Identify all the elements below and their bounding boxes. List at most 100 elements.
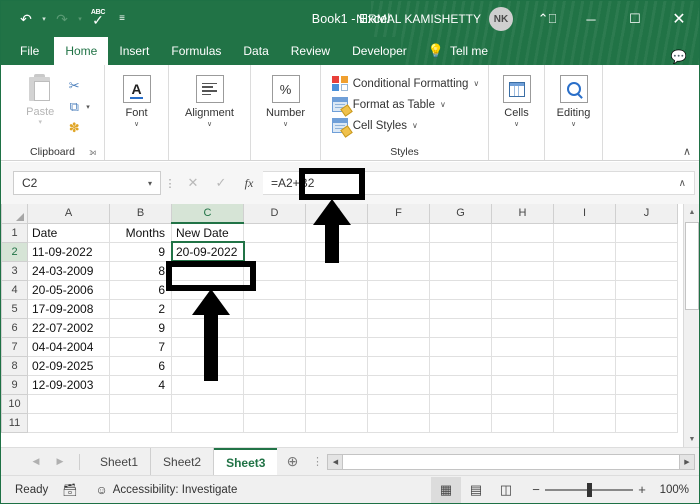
cell-e1[interactable] [305,222,368,243]
cell-h7[interactable] [491,336,554,357]
record-macro-icon[interactable]: 🗃 [62,483,77,497]
cell-g5[interactable] [429,298,492,319]
cell-styles-button[interactable]: Cell Styles ∨ [331,116,480,138]
comment-icon[interactable]: 💬 [671,49,687,65]
paste-dropdown-icon[interactable]: ▾ [38,118,42,126]
ribbon-display-options-icon[interactable]: ⌃⎕ [525,1,569,37]
cell-g11[interactable] [429,412,492,433]
copy-dropdown-icon[interactable]: ▾ [86,103,90,111]
cell-a5[interactable]: 17-09-2008 [27,298,110,319]
cell-h8[interactable] [491,355,554,376]
cell-f7[interactable] [367,336,430,357]
cell-c7[interactable] [171,336,244,357]
cut-button[interactable]: ✂ [65,77,90,95]
cell-a11[interactable] [27,412,110,433]
cell-c8[interactable] [171,355,244,376]
vertical-scrollbar[interactable]: ▲ ▼ [683,204,699,447]
tab-formulas[interactable]: Formulas [160,37,232,65]
cell-j3[interactable] [615,260,678,281]
cell-b6[interactable]: 9 [109,317,172,338]
cell-g3[interactable] [429,260,492,281]
cell-d1[interactable] [243,222,306,243]
cell-c2[interactable]: 20-09-2022 [170,241,245,262]
zoom-control[interactable]: − + [527,482,651,497]
cell-a4[interactable]: 20-05-2006 [27,279,110,300]
cell-i7[interactable] [553,336,616,357]
cell-f9[interactable] [367,374,430,395]
cell-h5[interactable] [491,298,554,319]
font-dropdown-icon[interactable]: ∨ [134,120,139,128]
row-header-7[interactable]: 7 [1,336,28,357]
format-painter-button[interactable]: ✽ [65,119,90,137]
cells-button[interactable]: Cells ∨ [492,72,542,128]
cell-j10[interactable] [615,393,678,414]
column-header-a[interactable]: A [27,204,110,224]
cell-b9[interactable]: 4 [109,374,172,395]
redo-icon[interactable]: ↷ [51,7,73,31]
cell-h2[interactable] [491,241,554,262]
column-header-g[interactable]: G [429,204,492,224]
cell-d6[interactable] [243,317,306,338]
column-header-c[interactable]: C [171,204,244,224]
tab-insert[interactable]: Insert [108,37,160,65]
format-as-table-button[interactable]: Format as Table ∨ [331,95,480,117]
cell-i11[interactable] [553,412,616,433]
scroll-up-icon[interactable]: ▲ [684,204,699,220]
hscroll-right-icon[interactable]: ▶ [679,453,695,470]
sheet-bar-grip[interactable]: ⋮ [307,455,327,468]
cell-h3[interactable] [491,260,554,281]
row-header-5[interactable]: 5 [1,298,28,319]
cell-h1[interactable] [491,222,554,243]
collapse-ribbon-icon[interactable]: ∧ [683,145,691,158]
cell-j6[interactable] [615,317,678,338]
cell-b11[interactable] [109,412,172,433]
cell-d5[interactable] [243,298,306,319]
sheet-tab-sheet1[interactable]: Sheet1 [88,447,152,476]
row-header-11[interactable]: 11 [1,412,28,433]
cell-b4[interactable]: 6 [109,279,172,300]
cell-c5[interactable] [171,298,244,319]
cell-j4[interactable] [615,279,678,300]
cell-e3[interactable] [305,260,368,281]
cell-styles-dropdown-icon[interactable]: ∨ [412,121,418,130]
vertical-scroll-thumb[interactable] [685,222,699,310]
cell-d9[interactable] [243,374,306,395]
cell-j2[interactable] [615,241,678,262]
close-button[interactable]: ✕ [657,1,699,37]
tell-me-box[interactable]: 💡 Tell me [418,37,498,65]
cell-i10[interactable] [553,393,616,414]
cell-j9[interactable] [615,374,678,395]
cell-h4[interactable] [491,279,554,300]
cell-a7[interactable]: 04-04-2004 [27,336,110,357]
cell-d10[interactable] [243,393,306,414]
sheet-tab-sheet2[interactable]: Sheet2 [151,447,215,476]
cell-f5[interactable] [367,298,430,319]
cell-c10[interactable] [171,393,244,414]
cell-g10[interactable] [429,393,492,414]
cell-e10[interactable] [305,393,368,414]
editing-dropdown-icon[interactable]: ∨ [571,120,576,128]
format-as-table-dropdown-icon[interactable]: ∨ [440,100,446,109]
row-header-8[interactable]: 8 [1,355,28,376]
cell-f1[interactable] [367,222,430,243]
minimize-button[interactable]: ─ [569,1,613,37]
cell-f4[interactable] [367,279,430,300]
column-header-j[interactable]: J [615,204,678,224]
column-header-f[interactable]: F [367,204,430,224]
conditional-formatting-dropdown-icon[interactable]: ∨ [473,79,479,88]
name-box[interactable]: C2 ▾ [13,171,161,195]
zoom-slider-thumb[interactable] [587,482,592,497]
tab-file[interactable]: File [1,37,54,65]
column-header-h[interactable]: H [491,204,554,224]
enter-formula-icon[interactable]: ✓ [207,171,235,195]
account-name[interactable]: NIRMAL KAMISHETTY [356,12,481,26]
cell-h10[interactable] [491,393,554,414]
tab-data[interactable]: Data [232,37,279,65]
cell-b2[interactable]: 9 [109,241,172,262]
editing-button[interactable]: Editing ∨ [548,72,600,128]
cell-c3[interactable] [171,260,244,281]
avatar[interactable]: NK [489,7,513,31]
paste-button[interactable]: Paste ▾ [15,74,65,137]
alignment-dropdown-icon[interactable]: ∨ [207,120,212,128]
cell-i9[interactable] [553,374,616,395]
